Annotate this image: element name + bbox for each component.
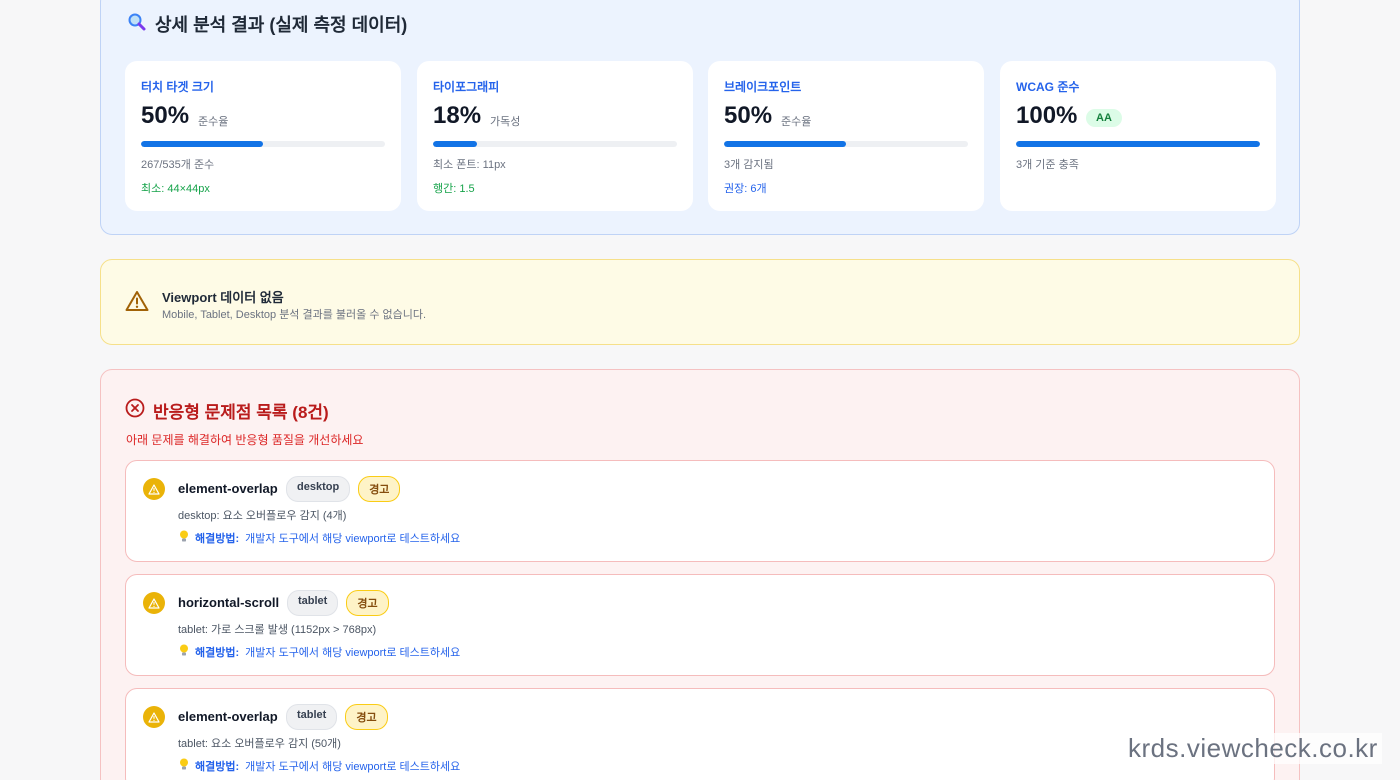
site-watermark: krds.viewcheck.co.kr: [1124, 733, 1382, 764]
issue-description: desktop: 요소 오버플로우 감지 (4개): [178, 510, 347, 522]
viewport-notice-message: Mobile, Tablet, Desktop 분석 결과를 불러올 수 없습니…: [162, 309, 427, 321]
metric-value: 18%: [433, 102, 482, 129]
issue-card[interactable]: horizontal-scroll tablet 경고 tablet: 가로 스…: [125, 574, 1275, 676]
lightbulb-icon: [179, 758, 189, 774]
metric-extra: 권장: 6개: [724, 183, 767, 195]
issue-card[interactable]: element-overlap desktop 경고 desktop: 요소 오…: [125, 460, 1275, 562]
metric-unit: 가독성: [490, 116, 521, 128]
issues-header: 반응형 문제점 목록 (8건): [125, 398, 329, 423]
fix-label: 해결방법:: [195, 533, 240, 545]
viewport-tag: tablet: [287, 590, 339, 616]
metric-progress-bar: [141, 141, 385, 147]
lightbulb-icon: [179, 644, 189, 660]
metric-detail: 3개 기준 충족: [1016, 159, 1079, 171]
fix-text: 개발자 도구에서 해당 viewport로 테스트하세요: [245, 761, 461, 773]
metric-detail: 267/535개 준수: [141, 159, 215, 171]
magnifier-icon: [127, 12, 147, 37]
analysis-panel: 상세 분석 결과 (실제 측정 데이터) 터치 타겟 크기 50% 준수율 26…: [100, 0, 1300, 235]
issue-fix: 해결방법: 개발자 도구에서 해당 viewport로 테스트하세요: [179, 530, 460, 546]
warning-icon: [143, 478, 165, 500]
metric-unit: 준수율: [198, 116, 229, 128]
metric-card-typography: 타이포그래피 18% 가독성 최소 폰트: 11px 행간: 1.5: [417, 61, 693, 211]
issue-fix: 해결방법: 개발자 도구에서 해당 viewport로 테스트하세요: [179, 644, 460, 660]
warning-triangle-icon: [125, 290, 149, 317]
issue-card[interactable]: element-overlap tablet 경고 tablet: 요소 오버플…: [125, 688, 1275, 780]
analysis-title-text: 상세 분석 결과 (실제 측정 데이터): [155, 15, 408, 35]
metric-progress-fill: [141, 141, 263, 147]
issues-title: 반응형 문제점 목록 (8건): [153, 403, 329, 422]
metric-title: 브레이크포인트: [724, 80, 802, 94]
metric-card-wcag: WCAG 준수 100% AA 3개 기준 충족: [1000, 61, 1276, 211]
warning-icon: [143, 706, 165, 728]
metric-title: 타이포그래피: [433, 80, 500, 94]
issue-tags: tablet 경고: [287, 590, 389, 616]
issue-name: element-overlap: [178, 481, 278, 496]
viewport-tag: desktop: [286, 476, 351, 502]
metric-progress-fill: [724, 141, 846, 147]
issue-name: horizontal-scroll: [178, 595, 280, 610]
metric-progress-bar: [433, 141, 677, 147]
viewport-tag: tablet: [286, 704, 338, 730]
metric-value: 50%: [141, 102, 190, 129]
severity-badge: 경고: [345, 704, 388, 730]
metric-progress-bar: [724, 141, 968, 147]
viewport-notice: Viewport 데이터 없음 Mobile, Tablet, Desktop …: [100, 259, 1300, 345]
severity-badge: 경고: [358, 476, 401, 502]
issue-description: tablet: 요소 오버플로우 감지 (50개): [178, 738, 341, 750]
fix-label: 해결방법:: [195, 647, 240, 659]
metric-title: WCAG 준수: [1016, 80, 1080, 94]
metric-progress-bar: [1016, 141, 1260, 147]
fix-label: 해결방법:: [195, 761, 240, 773]
lightbulb-icon: [179, 530, 189, 546]
issue-tags: tablet 경고: [286, 704, 388, 730]
fix-text: 개발자 도구에서 해당 viewport로 테스트하세요: [245, 647, 461, 659]
issue-fix: 해결방법: 개발자 도구에서 해당 viewport로 테스트하세요: [179, 758, 460, 774]
metric-card-breakpoint: 브레이크포인트 50% 준수율 3개 감지됨 권장: 6개: [708, 61, 984, 211]
metric-title: 터치 타겟 크기: [141, 80, 214, 94]
severity-badge: 경고: [346, 590, 389, 616]
metric-progress-fill: [1016, 141, 1260, 147]
fix-text: 개발자 도구에서 해당 viewport로 테스트하세요: [245, 533, 461, 545]
metric-extra: 최소: 44×44px: [141, 183, 210, 195]
wcag-level-badge: AA: [1086, 109, 1122, 127]
issue-tags: desktop 경고: [286, 476, 401, 502]
metric-unit: 준수율: [781, 116, 812, 128]
metric-detail: 3개 감지됨: [724, 159, 774, 171]
metric-card-touch-target: 터치 타겟 크기 50% 준수율 267/535개 준수 최소: 44×44px: [125, 61, 401, 211]
issues-panel: 반응형 문제점 목록 (8건) 아래 문제를 해결하여 반응형 품질을 개선하세…: [100, 369, 1300, 780]
error-circle-icon: [125, 398, 145, 423]
metric-value: 50%: [724, 102, 773, 129]
metric-detail: 최소 폰트: 11px: [433, 159, 506, 171]
issue-name: element-overlap: [178, 709, 278, 724]
metric-progress-fill: [433, 141, 477, 147]
issue-description: tablet: 가로 스크롤 발생 (1152px > 768px): [178, 624, 377, 636]
metric-value: 100%: [1016, 102, 1078, 129]
issues-subtitle: 아래 문제를 해결하여 반응형 품질을 개선하세요: [126, 433, 364, 447]
metric-extra: 행간: 1.5: [433, 183, 475, 195]
warning-icon: [143, 592, 165, 614]
viewport-notice-title: Viewport 데이터 없음: [162, 290, 284, 305]
analysis-title: 상세 분석 결과 (실제 측정 데이터): [127, 11, 407, 37]
